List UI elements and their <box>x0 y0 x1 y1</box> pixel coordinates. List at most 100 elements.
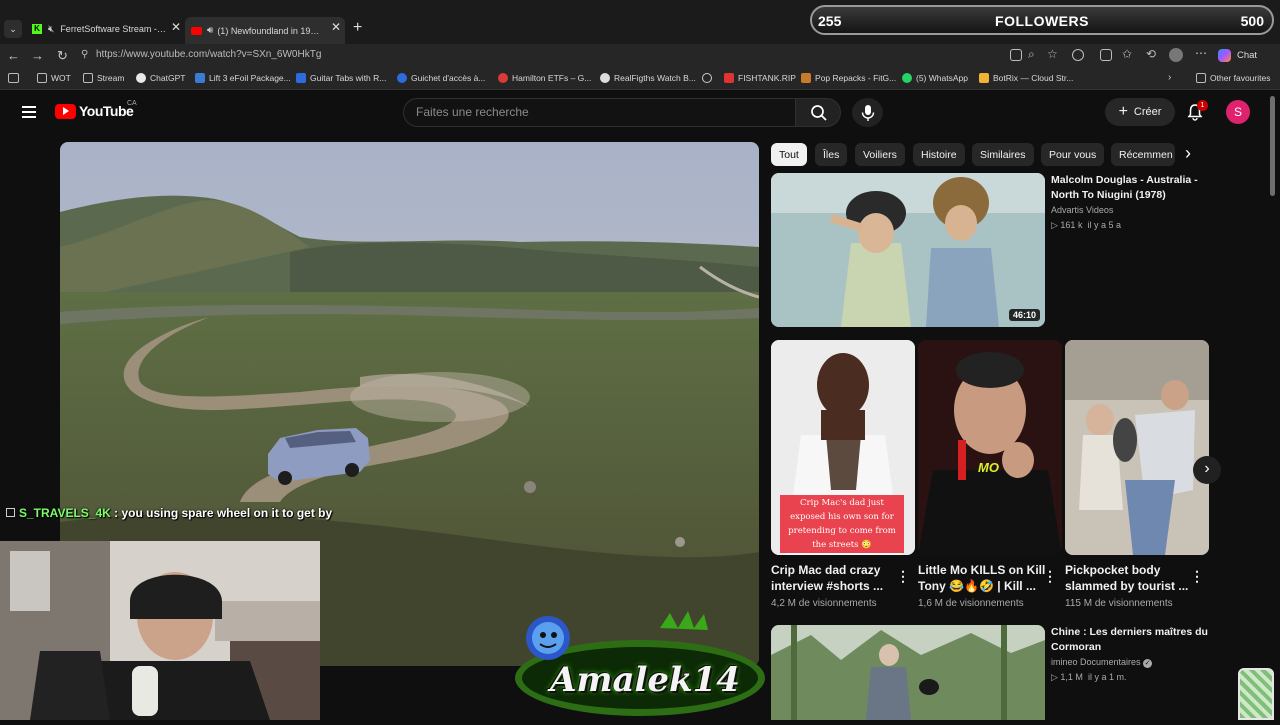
verified-icon: ✓ <box>1143 659 1153 668</box>
search-button[interactable] <box>795 98 841 127</box>
follower-goal: 500 <box>1240 13 1264 29</box>
muted-icon[interactable]: 🔇︎ <box>48 24 54 35</box>
bookmark-hamilton[interactable]: Hamilton ETFs – G... <box>498 73 591 83</box>
page-scrollbar[interactable] <box>1270 96 1275 196</box>
back-icon[interactable]: ← <box>7 48 20 63</box>
bookmark-guichet[interactable]: Guichet d'accès à... <box>397 73 485 83</box>
history-icon[interactable]: ⟲ <box>1146 47 1156 61</box>
split-screen-icon[interactable] <box>1100 49 1112 61</box>
channel-name[interactable]: Advartis Videos <box>1051 203 1113 217</box>
whatsapp-icon <box>902 73 912 83</box>
more-options-icon[interactable]: ⋮ <box>1043 568 1057 585</box>
audio-playing-icon[interactable]: 🔊︎ <box>207 25 213 36</box>
chevron-right-icon: › <box>1204 460 1210 477</box>
botrix-icon <box>979 73 989 83</box>
short-thumbnail[interactable]: MO <box>918 340 1062 555</box>
bookmark-globe[interactable] <box>702 73 716 83</box>
bookmark-pop-repacks[interactable]: Pop Repacks - FitG... <box>801 73 896 83</box>
search-input[interactable]: Faites une recherche <box>403 98 796 127</box>
chip-voiliers[interactable]: Voiliers <box>855 143 905 166</box>
video-title[interactable]: Malcolm Douglas - Australia - North To N… <box>1051 173 1211 203</box>
hamburger-menu-icon[interactable] <box>22 106 36 118</box>
youtube-logo[interactable]: YouTube <box>55 103 134 119</box>
chat-username: S_TRAVELS_4K <box>19 506 111 520</box>
video-thumbnail[interactable] <box>771 625 1045 720</box>
bookmark-fishtank[interactable]: FISHTANK.RIP <box>724 73 796 83</box>
create-button[interactable]: + Créer <box>1105 98 1175 126</box>
more-options-icon[interactable]: ⋮ <box>1190 568 1204 585</box>
avatar[interactable]: S <box>1226 100 1250 124</box>
profile-icon[interactable] <box>1169 48 1183 62</box>
chip-tout[interactable]: Tout <box>771 143 807 166</box>
voice-search-button[interactable] <box>852 98 883 127</box>
bookmark-whatsapp[interactable]: (5) WhatsApp <box>902 73 968 83</box>
short-thumbnail[interactable] <box>1065 340 1209 555</box>
close-icon[interactable]: ✕ <box>331 20 341 34</box>
chevron-right-icon[interactable]: › <box>1168 72 1171 83</box>
video-duration: 46:10 <box>1008 309 1040 321</box>
bookmark-botrix[interactable]: BotRix — Cloud Str... <box>979 73 1073 83</box>
copilot-icon[interactable] <box>1218 49 1231 62</box>
bookmark-lift[interactable]: Lift 3 eFoil Package... <box>195 73 291 83</box>
tab-list-dropdown[interactable]: ⌄ <box>4 20 22 38</box>
browser-toolbar: ← → ↻ ⚲ https://www.youtube.com/watch?v=… <box>0 44 1280 68</box>
microphone-icon <box>861 105 875 121</box>
shorts-next-button[interactable]: › <box>1193 456 1221 484</box>
short-title[interactable]: Pickpocket body slammed by tourist ... <box>1065 562 1195 594</box>
short-views: 115 M de visionnements <box>1065 598 1173 609</box>
forward-icon[interactable]: → <box>31 48 44 63</box>
chip-histoire[interactable]: Histoire <box>913 143 965 166</box>
tab-youtube[interactable]: 🔊︎ (1) Newfoundland in 1958 - Yo <box>185 17 345 44</box>
extensions-icon[interactable] <box>1072 49 1084 61</box>
tab-title: (1) Newfoundland in 1958 - Yo <box>217 25 321 36</box>
favorite-star-icon[interactable]: ☆ <box>1047 47 1058 61</box>
thumbnail-image <box>1065 340 1209 555</box>
bookmark-chatgpt[interactable]: ChatGPT <box>136 73 185 83</box>
short-title[interactable]: Crip Mac dad crazy interview #shorts ... <box>771 562 901 594</box>
refresh-icon[interactable]: ↻ <box>57 48 68 64</box>
bookmark-wot[interactable]: WOT <box>37 73 71 83</box>
notifications-button[interactable]: 1 <box>1186 100 1208 123</box>
short-title[interactable]: Little Mo KILLS on Kill Tony 😂🔥🤣 | Kill … <box>918 562 1048 594</box>
bookmarks-bar: WOT Stream ChatGPT Lift 3 eFoil Package.… <box>0 68 1280 90</box>
youtube-play-icon <box>55 103 76 119</box>
logo-text: Amalek14 <box>550 660 740 700</box>
views-icon: ▷ <box>1051 220 1061 230</box>
folder-icon <box>37 73 47 83</box>
wordpress-icon <box>600 73 610 83</box>
bookmark-stream[interactable]: Stream <box>83 73 124 83</box>
chip-iles[interactable]: Îles <box>815 143 848 166</box>
folder-icon <box>83 73 93 83</box>
video-thumbnail[interactable]: 46:10 <box>771 173 1045 327</box>
reader-icon[interactable] <box>1010 49 1022 61</box>
chip-similaires[interactable]: Similaires <box>972 143 1034 166</box>
more-options-icon[interactable]: ⋮ <box>896 568 910 585</box>
chip-recemment[interactable]: Récemmen <box>1111 143 1175 166</box>
chevron-right-icon[interactable]: › <box>1185 143 1191 164</box>
folder-icon <box>1196 73 1206 83</box>
globe-icon <box>702 73 712 83</box>
more-icon[interactable]: ⋯ <box>1195 46 1207 60</box>
channel-name[interactable]: imineo Documentaires ✓ <box>1051 655 1153 669</box>
chip-pour-vous[interactable]: Pour vous <box>1041 143 1105 166</box>
close-icon[interactable]: ✕ <box>171 20 181 34</box>
short-caption: MO <box>978 460 999 475</box>
short-views: 1,6 M de visionnements <box>918 598 1024 609</box>
short-thumbnail[interactable]: Crip Mac's dad just exposed his own son … <box>771 340 915 555</box>
short-caption: Crip Mac's dad just exposed his own son … <box>780 495 904 553</box>
video-title[interactable]: Chine : Les derniers maîtres du Cormoran <box>1051 625 1211 655</box>
favorites-icon[interactable]: ✩ <box>1122 47 1132 61</box>
webcam-feed <box>0 541 320 720</box>
url-field[interactable]: https://www.youtube.com/watch?v=SXn_6W0H… <box>96 49 321 60</box>
new-tab-button[interactable]: + <box>353 19 362 37</box>
chat-button[interactable]: Chat <box>1237 50 1257 61</box>
chat-text: : you using spare wheel on it to get by <box>110 506 333 520</box>
zoom-icon[interactable]: ⌕ <box>1028 47 1035 62</box>
tab-ferretsoftware[interactable]: K 🔇︎ FerretSoftware Stream - Wate <box>28 17 182 41</box>
reading-list-icon[interactable] <box>8 73 19 83</box>
bookmark-realfigths[interactable]: RealFigths Watch B... <box>600 73 696 83</box>
guitar-tabs-icon <box>296 73 306 83</box>
other-favourites[interactable]: Other favourites <box>1196 73 1270 83</box>
bookmark-guitar-tabs[interactable]: Guitar Tabs with R... <box>296 73 386 83</box>
site-info-icon[interactable]: ⚲ <box>81 49 88 60</box>
